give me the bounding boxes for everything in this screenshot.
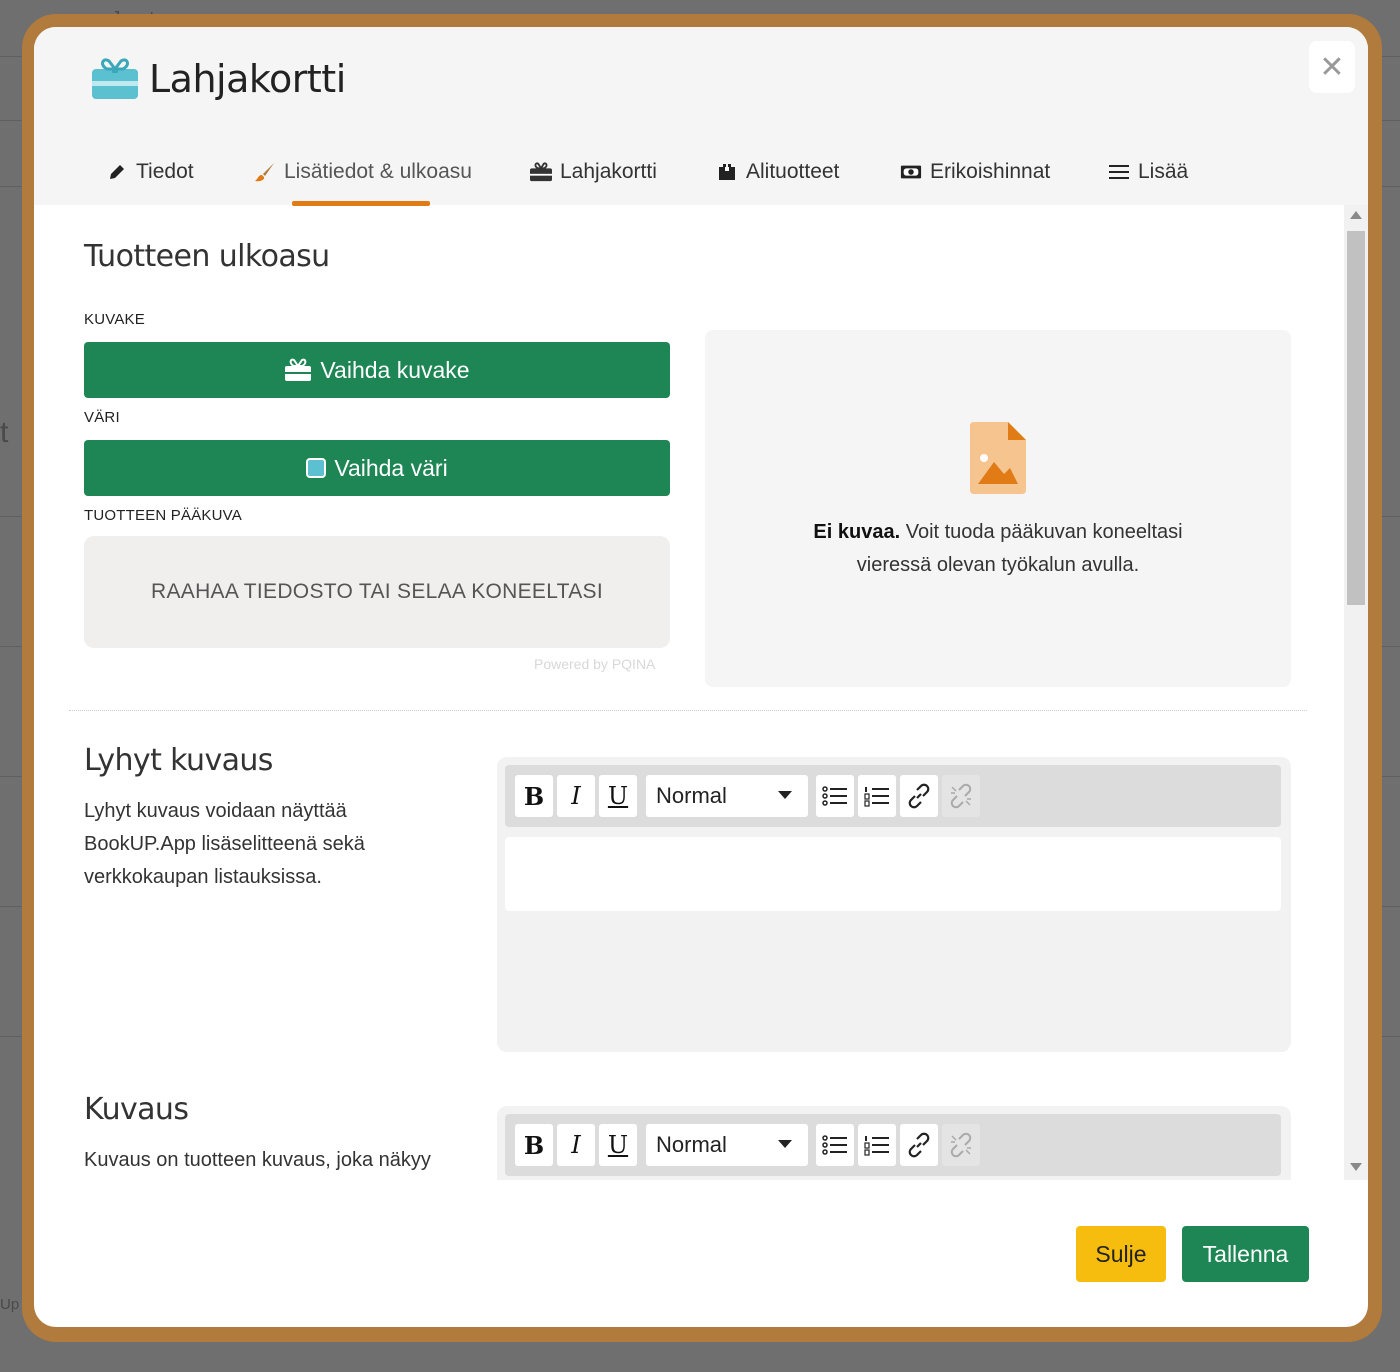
tallenna-button[interactable]: Tallenna <box>1182 1226 1309 1282</box>
gift-card-icon <box>92 58 138 99</box>
scroll-up-arrow-icon[interactable] <box>1350 211 1362 219</box>
format-select-value: Normal <box>656 1132 727 1157</box>
tab-lahjakortti[interactable]: Lahjakortti <box>530 139 657 205</box>
format-select[interactable]: Normal <box>646 775 808 817</box>
bullet-list-icon <box>822 1135 847 1155</box>
short-description-text-area[interactable] <box>505 837 1281 911</box>
image-preview: Ei kuvaa. Voit tuoda pääkuvan koneeltasi… <box>705 330 1291 687</box>
color-label: VÄRI <box>84 409 120 426</box>
underline-icon: U <box>607 782 629 810</box>
money-icon <box>900 161 922 183</box>
change-color-label: Vaihda väri <box>334 454 448 481</box>
product-modal: Lahjakortti ✕ Tiedot Lisätiedot & ulkoas… <box>34 27 1368 1327</box>
format-select-value: Normal <box>656 783 727 808</box>
numbered-list-icon <box>864 787 889 807</box>
underline-icon: U <box>607 1131 629 1159</box>
appearance-title: Tuotteen ulkoasu <box>84 239 330 274</box>
description-help: Kuvaus on tuotteen kuvaus, joka näkyy ve… <box>84 1149 431 1171</box>
tab-tiedot[interactable]: Tiedot <box>106 139 194 205</box>
italic-button[interactable]: I <box>557 1124 595 1166</box>
close-button[interactable]: ✕ <box>1309 41 1355 93</box>
tab-lisatiedot[interactable]: Lisätiedot & ulkoasu <box>254 139 472 205</box>
modal-header: Lahjakortti ✕ Tiedot Lisätiedot & ulkoas… <box>34 27 1368 206</box>
link-icon <box>908 1132 930 1158</box>
bold-icon: B <box>523 781 545 811</box>
change-color-button[interactable]: Vaihda väri <box>84 440 670 496</box>
gift-card-icon <box>285 358 312 381</box>
bg-fragment: t <box>0 416 9 449</box>
description-title: Kuvaus <box>84 1092 189 1127</box>
bold-button[interactable]: B <box>515 775 553 817</box>
caret-down-icon <box>778 1140 792 1148</box>
modal-title: Lahjakortti <box>149 57 346 101</box>
no-image-bold: Ei kuvaa. <box>813 521 901 543</box>
tab-bar: Tiedot Lisätiedot & ulkoasu Lahjakortti … <box>34 139 1368 205</box>
image-file-icon <box>970 422 1026 494</box>
numbered-list-icon <box>864 1136 889 1156</box>
change-icon-button[interactable]: Vaihda kuvake <box>84 342 670 398</box>
image-drop-zone[interactable]: RAAHAA TIEDOSTO TAI SELAA KONEELTASI <box>84 536 670 648</box>
scroll-down-arrow-icon[interactable] <box>1350 1163 1362 1171</box>
unlink-button[interactable] <box>942 1124 980 1166</box>
editor-toolbar: B I U Normal <box>505 1114 1281 1176</box>
tab-lisaa[interactable]: Lisää <box>1108 139 1188 205</box>
description-editor: B I U Normal <box>497 1106 1291 1180</box>
no-image-text: Voit tuoda pääkuvan koneeltasi vieressä … <box>856 521 1183 576</box>
tab-alituotteet[interactable]: Alituotteet <box>716 139 839 205</box>
bold-icon: B <box>523 1130 545 1160</box>
section-divider <box>69 710 1307 711</box>
italic-button[interactable]: I <box>557 775 595 817</box>
caret-down-icon <box>778 791 792 799</box>
tab-label: Lahjakortti <box>560 160 657 183</box>
color-swatch-icon <box>306 458 327 478</box>
numbered-list-button[interactable] <box>858 1124 896 1166</box>
modal-content[interactable]: Tuotteen ulkoasu KUVAKE Vaihda kuvake VÄ… <box>34 205 1344 1180</box>
tab-label: Lisätiedot & ulkoasu <box>284 160 472 183</box>
tab-erikoishinnat[interactable]: Erikoishinnat <box>900 139 1050 205</box>
short-description-help: Lyhyt kuvaus voidaan näyttää BookUP.App … <box>84 800 365 888</box>
close-icon: ✕ <box>1319 50 1345 84</box>
modal-title-wrap: Lahjakortti <box>91 57 346 101</box>
tab-label: Tiedot <box>136 160 194 183</box>
tab-label: Erikoishinnat <box>930 160 1051 183</box>
change-icon-label: Vaihda kuvake <box>320 356 470 383</box>
underline-button[interactable]: U <box>599 775 637 817</box>
gift-card-icon <box>530 161 552 183</box>
link-icon <box>908 783 930 809</box>
brush-icon <box>254 161 276 183</box>
tab-label: Alituotteet <box>746 160 840 183</box>
sulje-button[interactable]: Sulje <box>1076 1226 1166 1282</box>
content-scrollbar[interactable] <box>1344 205 1368 1180</box>
bg-fragment: Up <box>0 1296 20 1313</box>
format-select[interactable]: Normal <box>646 1124 808 1166</box>
no-image-message: Ei kuvaa. Voit tuoda pääkuvan koneeltasi… <box>805 516 1191 582</box>
short-description-title: Lyhyt kuvaus <box>84 743 273 778</box>
numbered-list-button[interactable] <box>858 775 896 817</box>
box-icon <box>716 161 738 183</box>
icon-label: KUVAKE <box>84 311 145 328</box>
bullet-list-button[interactable] <box>816 775 854 817</box>
unlink-button[interactable] <box>942 775 980 817</box>
pencil-icon <box>106 161 128 183</box>
bullet-list-icon <box>822 786 847 806</box>
bold-button[interactable]: B <box>515 1124 553 1166</box>
italic-icon: I <box>571 1131 581 1159</box>
drop-zone-text: RAAHAA TIEDOSTO TAI SELAA KONEELTASI <box>151 580 603 603</box>
unlink-icon <box>950 783 972 809</box>
unlink-icon <box>950 1132 972 1158</box>
menu-icon <box>1108 161 1130 183</box>
bullet-list-button[interactable] <box>816 1124 854 1166</box>
underline-button[interactable]: U <box>599 1124 637 1166</box>
scroll-thumb[interactable] <box>1347 231 1365 605</box>
italic-icon: I <box>571 782 581 810</box>
main-image-label: TUOTTEEN PÄÄKUVA <box>84 507 242 524</box>
link-button[interactable] <box>900 775 938 817</box>
editor-toolbar: B I U Normal <box>505 765 1281 827</box>
short-description-editor: B I U Normal <box>497 757 1291 1052</box>
tab-label: Lisää <box>1138 160 1189 183</box>
powered-by-link[interactable]: Powered by PQINA <box>534 656 655 672</box>
link-button[interactable] <box>900 1124 938 1166</box>
